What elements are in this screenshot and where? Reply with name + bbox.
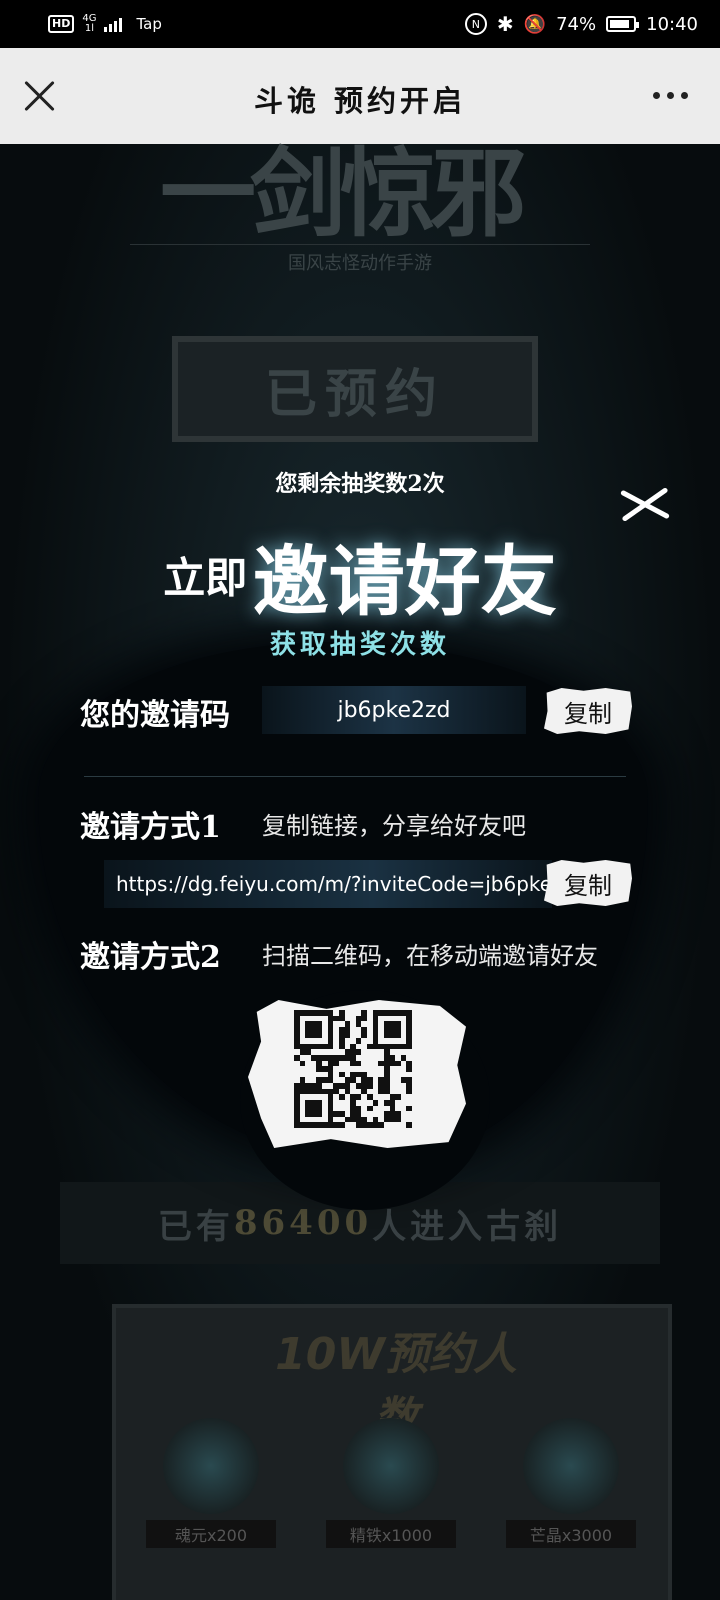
page-title: 斗诡 预约开启 [253,84,467,118]
remaining-draws: 您剩余抽奖数2次 [275,471,445,497]
divider [84,776,626,777]
title-bar: 斗诡 预约开启 [0,48,720,144]
method2-description: 扫描二维码，在移动端邀请好友 [262,942,598,970]
headline-main: 邀请好友 [252,537,557,626]
copy-code-button[interactable]: 复制 [544,688,632,734]
copy-link-button[interactable]: 复制 [544,860,632,906]
counter-prefix: 已有 [157,1206,234,1247]
method1-description: 复制链接，分享给好友吧 [262,812,526,840]
carrier-label: Tap [136,15,162,33]
hd-badge: HD [48,15,75,33]
more-icon[interactable] [653,92,688,99]
qr-code [294,1010,412,1128]
bluetooth-icon: ✱ [496,12,514,36]
rewards-title: 10W预约人数 [275,1329,517,1444]
reward-item: 精铁x1000 [326,1418,456,1548]
rewards-panel: 10W预约人数 魂元x200 精铁x1000 芒晶x3000 [112,1304,672,1600]
battery-percent: 74% [556,13,597,35]
network-indicator: 4G 1l [82,14,96,34]
dialog-subheadline: 获取抽奖次数 [269,630,450,660]
invite-link-field: https://dg.feiyu.com/m/?inviteCode=jb6pk… [104,860,552,908]
reserved-button: 已预约 [172,336,538,442]
invite-code-field: jb6pke2zd [262,686,526,734]
invite-code-value: jb6pke2zd [337,697,451,723]
nfc-icon: N [464,13,487,35]
reward-item: 芒晶x3000 [506,1418,636,1548]
invite-code-label: 您的邀请码 [80,698,230,733]
game-logo: 一剑惊邪 [160,137,526,250]
signal-icon [104,16,123,32]
status-bar: HD 4G 1l Tap N ✱ 🔕 74% 10:40 [0,0,720,48]
network-sub: 1l [84,23,94,34]
reward-orb-icon [163,1418,259,1514]
reward-label: 魂元x200 [146,1520,276,1548]
method1-label: 邀请方式1 [80,810,221,845]
reward-orb-icon [523,1418,619,1514]
reward-label: 精铁x1000 [326,1520,456,1548]
reward-orb-icon [343,1418,439,1514]
method2-label: 邀请方式2 [80,940,221,975]
battery-icon [606,16,640,32]
invite-link-value: https://dg.feiyu.com/m/?inviteCode=jb6pk… [116,872,552,896]
status-left: HD 4G 1l Tap [48,14,162,34]
dialog-headline: 立即 邀请好友 [0,520,720,630]
reward-item: 魂元x200 [146,1418,276,1548]
headline-prefix: 立即 [163,553,248,603]
reward-label: 芒晶x3000 [506,1520,636,1548]
clock: 10:40 [646,13,698,35]
game-tagline: 国风志怪动作手游 [130,244,590,274]
mute-icon: 🔕 [523,13,547,35]
status-right: N ✱ 🔕 74% 10:40 [464,12,698,36]
counter-suffix: 人进入古刹 [372,1206,563,1247]
